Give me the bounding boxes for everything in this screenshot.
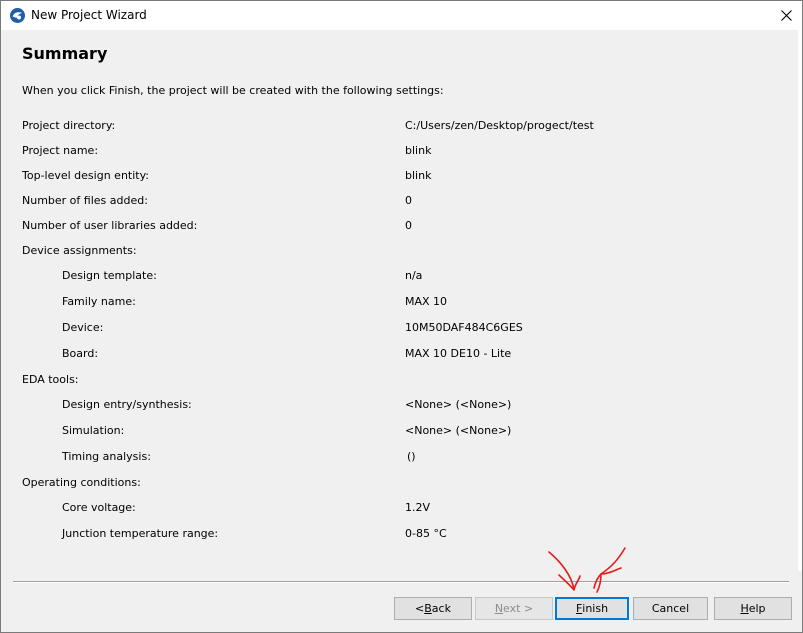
cancel-button[interactable]: Cancel xyxy=(633,597,708,620)
quartus-logo-icon xyxy=(9,7,26,24)
red-arrow-icon xyxy=(548,551,581,591)
section-label-operating-conditions: Operating conditions: xyxy=(22,476,141,489)
setting-label: Timing analysis: xyxy=(62,450,151,463)
section-label-eda-tools: EDA tools: xyxy=(22,373,79,386)
setting-value: 0 xyxy=(405,219,412,232)
next-button[interactable]: Next > xyxy=(475,597,553,620)
new-project-wizard-window: New Project Wizard Summary When you clic… xyxy=(0,0,803,633)
intro-text: When you click Finish, the project will … xyxy=(22,84,444,97)
setting-value: C:/Users/zen/Desktop/progect/test xyxy=(405,119,594,132)
setting-value: 0-85 °C xyxy=(405,527,447,540)
setting-label: Family name: xyxy=(62,295,136,308)
setting-value: <None> (<None>) xyxy=(405,398,512,411)
setting-label: Device: xyxy=(62,321,104,334)
setting-label: Design entry/synthesis: xyxy=(62,398,192,411)
setting-label: Core voltage: xyxy=(62,501,136,514)
title-bar: New Project Wizard xyxy=(1,1,802,30)
setting-value: n/a xyxy=(405,269,423,282)
setting-label: Number of files added: xyxy=(22,194,148,207)
close-button[interactable] xyxy=(772,3,800,27)
finish-button[interactable]: Finish xyxy=(555,597,629,620)
back-button[interactable]: < Back xyxy=(394,597,472,620)
setting-label: Project directory: xyxy=(22,119,116,132)
setting-value: 1.2V xyxy=(405,501,431,514)
window-title: New Project Wizard xyxy=(31,8,147,22)
setting-value: 0 xyxy=(405,194,412,207)
section-label-device-assignments: Device assignments: xyxy=(22,244,137,257)
red-arrow-icon xyxy=(593,547,626,593)
close-icon xyxy=(780,9,792,21)
page-title: Summary xyxy=(22,44,108,63)
setting-label: Board: xyxy=(62,347,99,360)
setting-label: Design template: xyxy=(62,269,157,282)
setting-label: Top-level design entity: xyxy=(22,169,150,182)
setting-value: 10M50DAF484C6GES xyxy=(405,321,523,334)
setting-value: <None> (<None>) xyxy=(405,424,512,437)
setting-label: Simulation: xyxy=(62,424,125,437)
setting-label: Junction temperature range: xyxy=(62,527,219,540)
setting-value: blink xyxy=(405,169,432,182)
setting-label: Number of user libraries added: xyxy=(22,219,198,232)
setting-value: MAX 10 DE10 - Lite xyxy=(405,347,512,360)
vertical-scrollbar[interactable] xyxy=(798,30,802,571)
setting-value: () xyxy=(407,450,416,463)
help-button[interactable]: Help xyxy=(714,597,792,620)
setting-value: MAX 10 xyxy=(405,295,448,308)
setting-value: blink xyxy=(405,144,432,157)
setting-label: Project name: xyxy=(22,144,99,157)
footer-divider xyxy=(13,581,789,583)
